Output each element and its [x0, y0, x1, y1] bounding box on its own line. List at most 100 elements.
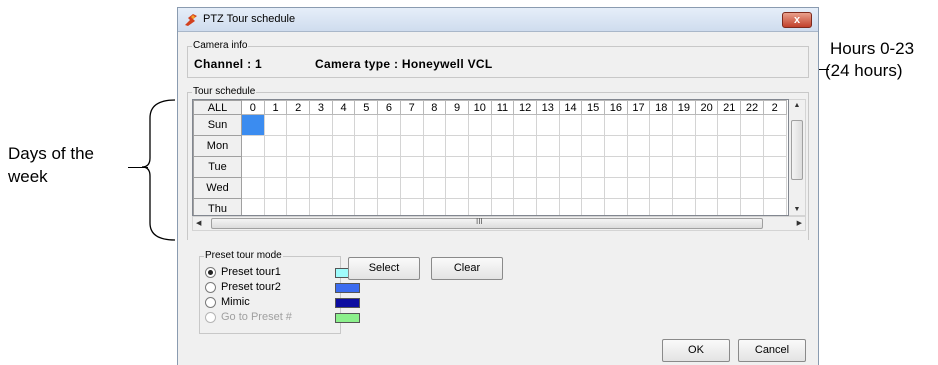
schedule-cell[interactable] [535, 198, 560, 215]
schedule-cell[interactable] [672, 114, 696, 136]
select-all-cell[interactable]: ALL [193, 100, 242, 115]
vertical-scrollbar[interactable]: ▲ ▼ [789, 99, 806, 216]
schedule-cell[interactable] [626, 177, 651, 199]
schedule-cell[interactable] [241, 114, 265, 136]
schedule-cell[interactable] [672, 156, 696, 178]
schedule-cell[interactable] [604, 114, 628, 136]
schedule-cell[interactable] [558, 114, 583, 136]
schedule-cell[interactable] [740, 135, 764, 157]
schedule-cell[interactable] [422, 177, 447, 199]
hour-header-22[interactable]: 22 [740, 100, 764, 115]
schedule-cell[interactable] [558, 135, 583, 157]
schedule-cell[interactable] [535, 156, 560, 178]
schedule-cell[interactable] [467, 198, 492, 215]
schedule-cell[interactable] [422, 156, 447, 178]
schedule-cell[interactable] [467, 156, 492, 178]
schedule-cell[interactable] [762, 135, 787, 157]
schedule-cell[interactable] [513, 177, 537, 199]
schedule-cell[interactable] [241, 177, 265, 199]
radio-button[interactable] [205, 282, 216, 293]
schedule-cell[interactable] [490, 198, 515, 215]
schedule-cell[interactable] [286, 156, 311, 178]
schedule-cell[interactable] [490, 177, 515, 199]
schedule-cell[interactable] [649, 177, 674, 199]
schedule-cell[interactable] [422, 114, 447, 136]
schedule-cell[interactable] [377, 114, 401, 136]
schedule-cell[interactable] [513, 156, 537, 178]
schedule-cell[interactable] [604, 156, 628, 178]
schedule-cell[interactable] [694, 198, 719, 215]
schedule-cell[interactable] [399, 135, 424, 157]
day-header-tue[interactable]: Tue [193, 156, 242, 178]
schedule-cell[interactable] [309, 114, 333, 136]
hour-header-3[interactable]: 3 [309, 100, 333, 115]
close-button[interactable]: x [782, 12, 812, 28]
schedule-cell[interactable] [626, 135, 651, 157]
schedule-cell[interactable] [740, 156, 764, 178]
schedule-cell[interactable] [535, 177, 560, 199]
hour-header-18[interactable]: 18 [649, 100, 674, 115]
schedule-cell[interactable] [581, 177, 605, 199]
hour-header-1[interactable]: 1 [263, 100, 288, 115]
radio-button[interactable] [205, 267, 216, 278]
schedule-cell[interactable] [581, 198, 605, 215]
schedule-cell[interactable] [513, 114, 537, 136]
hour-header-15[interactable]: 15 [581, 100, 605, 115]
schedule-cell[interactable] [309, 135, 333, 157]
day-header-thu[interactable]: Thu [193, 198, 242, 215]
schedule-cell[interactable] [490, 135, 515, 157]
schedule-cell[interactable] [241, 156, 265, 178]
hour-header-2[interactable]: 2 [762, 100, 787, 115]
schedule-cell[interactable] [399, 177, 424, 199]
schedule-cell[interactable] [399, 156, 424, 178]
hour-header-0[interactable]: 0 [241, 100, 265, 115]
hour-header-8[interactable]: 8 [422, 100, 447, 115]
schedule-cell[interactable] [445, 156, 469, 178]
hour-header-2[interactable]: 2 [286, 100, 311, 115]
schedule-cell[interactable] [490, 156, 515, 178]
schedule-cell[interactable] [354, 156, 379, 178]
schedule-cell[interactable] [581, 114, 605, 136]
schedule-cell[interactable] [422, 135, 447, 157]
radio-button[interactable] [205, 297, 216, 308]
title-bar[interactable]: PTZ Tour schedule x [178, 8, 818, 32]
hour-header-20[interactable]: 20 [694, 100, 719, 115]
hour-header-4[interactable]: 4 [331, 100, 356, 115]
schedule-cell[interactable] [399, 114, 424, 136]
schedule-cell[interactable] [263, 198, 288, 215]
schedule-cell[interactable] [286, 177, 311, 199]
schedule-cell[interactable] [331, 156, 356, 178]
day-header-wed[interactable]: Wed [193, 177, 242, 199]
schedule-cell[interactable] [513, 135, 537, 157]
schedule-cell[interactable] [377, 156, 401, 178]
schedule-cell[interactable] [649, 198, 674, 215]
schedule-cell[interactable] [263, 135, 288, 157]
schedule-cell[interactable] [762, 156, 787, 178]
schedule-cell[interactable] [762, 177, 787, 199]
schedule-cell[interactable] [672, 135, 696, 157]
ok-button[interactable]: OK [662, 339, 730, 362]
schedule-cell[interactable] [649, 114, 674, 136]
schedule-cell[interactable] [309, 177, 333, 199]
schedule-cell[interactable] [467, 114, 492, 136]
select-button[interactable]: Select [348, 257, 420, 280]
schedule-cell[interactable] [445, 177, 469, 199]
schedule-cell[interactable] [694, 177, 719, 199]
schedule-cell[interactable] [558, 198, 583, 215]
schedule-cell[interactable] [672, 198, 696, 215]
schedule-cell[interactable] [354, 135, 379, 157]
hour-header-11[interactable]: 11 [490, 100, 515, 115]
schedule-cell[interactable] [513, 198, 537, 215]
hour-header-21[interactable]: 21 [717, 100, 742, 115]
schedule-cell[interactable] [649, 156, 674, 178]
schedule-cell[interactable] [331, 177, 356, 199]
schedule-cell[interactable] [762, 114, 787, 136]
horizontal-scroll-thumb[interactable]: III [211, 217, 763, 229]
scroll-up-arrow-icon[interactable]: ▲ [789, 102, 805, 109]
schedule-cell[interactable] [740, 198, 764, 215]
schedule-cell[interactable] [241, 135, 265, 157]
schedule-cell[interactable] [286, 135, 311, 157]
schedule-cell[interactable] [626, 198, 651, 215]
cancel-button[interactable]: Cancel [738, 339, 806, 362]
schedule-cell[interactable] [331, 114, 356, 136]
